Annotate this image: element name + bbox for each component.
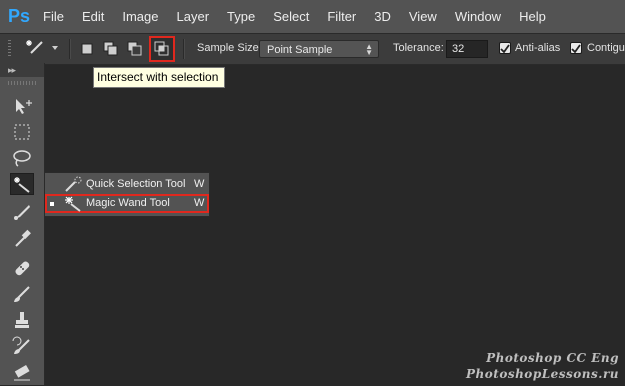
watermark-line2: PhotoshopLessons.ru — [466, 367, 619, 381]
sample-size-value: Point Sample — [267, 44, 333, 56]
menu-type[interactable]: Type — [218, 0, 264, 33]
spot-healing-brush-tool[interactable] — [10, 257, 34, 279]
eraser-tool[interactable] — [10, 361, 34, 383]
flyout-item-shortcut: W — [194, 197, 205, 209]
crop-icon — [14, 205, 30, 220]
photoshop-logo: Ps — [7, 6, 31, 26]
move-tool[interactable] — [10, 95, 34, 117]
rectangular-marquee-tool[interactable] — [10, 121, 34, 143]
magic-wand-icon — [63, 195, 83, 213]
divider — [69, 39, 71, 59]
brush-tool[interactable] — [10, 283, 34, 305]
brush-icon — [14, 286, 30, 302]
marquee-icon — [14, 124, 30, 140]
tools-panel: ▸▸ — [0, 63, 45, 385]
magic-wand-icon — [14, 177, 30, 193]
menu-file[interactable]: File — [34, 0, 73, 33]
menu-help[interactable]: Help — [510, 0, 555, 33]
menu-select[interactable]: Select — [264, 0, 318, 33]
tooltip: Intersect with selection — [93, 67, 226, 88]
crop-tool[interactable] — [10, 201, 34, 223]
contiguous-label: Contiguo — [587, 42, 625, 54]
checkmark-icon — [500, 44, 510, 54]
eraser-icon — [14, 365, 30, 381]
stamp-icon — [15, 312, 29, 328]
flyout-item-quick-selection[interactable]: Quick Selection Tool W — [45, 175, 209, 194]
quick-selection-icon — [63, 176, 83, 194]
history-brush-tool[interactable] — [10, 335, 34, 357]
magic-wand-tool[interactable] — [10, 173, 34, 195]
bandage-icon — [15, 261, 30, 276]
anti-alias-checkbox[interactable] — [499, 42, 511, 54]
menu-bar: Ps File Edit Image Layer Type Select Fil… — [0, 0, 625, 33]
select-arrows-icon: ▲ ▼ — [365, 42, 373, 57]
menu-window[interactable]: Window — [446, 0, 510, 33]
menu-3d[interactable]: 3D — [365, 0, 400, 33]
tools-panel-grip[interactable] — [8, 81, 36, 85]
tools-panel-header[interactable]: ▸▸ — [0, 63, 44, 77]
divider — [183, 39, 185, 59]
contiguous-checkbox[interactable] — [570, 42, 582, 54]
subtract-from-selection-button[interactable] — [124, 38, 146, 60]
magic-wand-icon — [26, 40, 43, 54]
menu-layer[interactable]: Layer — [168, 0, 219, 33]
selected-bullet-icon — [50, 202, 54, 206]
eyedropper-tool[interactable] — [10, 227, 34, 249]
watermark-line1: Photoshop CC Eng — [486, 351, 619, 365]
options-bar: Sample Size: Point Sample ▲ ▼ Tolerance: … — [0, 33, 625, 65]
menu-image[interactable]: Image — [113, 0, 167, 33]
anti-alias-label: Anti-alias — [515, 42, 561, 54]
menu-view[interactable]: View — [400, 0, 446, 33]
sample-size-select[interactable]: Point Sample ▲ ▼ — [259, 40, 379, 58]
tolerance-input[interactable]: 32 — [446, 40, 488, 58]
flyout-item-label: Magic Wand Tool — [86, 197, 170, 209]
tool-preset-picker[interactable] — [24, 38, 46, 60]
flyout-item-label: Quick Selection Tool — [86, 178, 186, 190]
tolerance-label: Tolerance: — [393, 42, 444, 54]
sample-size-label: Sample Size: — [197, 42, 262, 54]
tool-flyout-menu: Quick Selection Tool W Magic Wand Tool W — [44, 172, 210, 217]
preset-dropdown-arrow-icon[interactable] — [52, 46, 58, 50]
new-selection-button[interactable] — [76, 38, 98, 60]
options-bar-grip[interactable] — [8, 40, 11, 58]
flyout-item-magic-wand[interactable]: Magic Wand Tool W — [45, 194, 209, 213]
lasso-tool[interactable] — [10, 147, 34, 169]
history-brush-icon — [12, 336, 30, 354]
flyout-item-shortcut: W — [194, 178, 205, 190]
lasso-icon — [13, 150, 31, 167]
intersect-with-selection-button[interactable] — [149, 36, 175, 62]
collapse-icon[interactable]: ▸▸ — [8, 63, 16, 77]
add-to-selection-button[interactable] — [100, 38, 122, 60]
move-icon — [16, 99, 32, 114]
checkmark-icon — [571, 44, 581, 54]
clone-stamp-tool[interactable] — [10, 309, 34, 331]
menu-edit[interactable]: Edit — [73, 0, 113, 33]
eyedropper-icon — [15, 229, 31, 247]
menu-filter[interactable]: Filter — [318, 0, 365, 33]
